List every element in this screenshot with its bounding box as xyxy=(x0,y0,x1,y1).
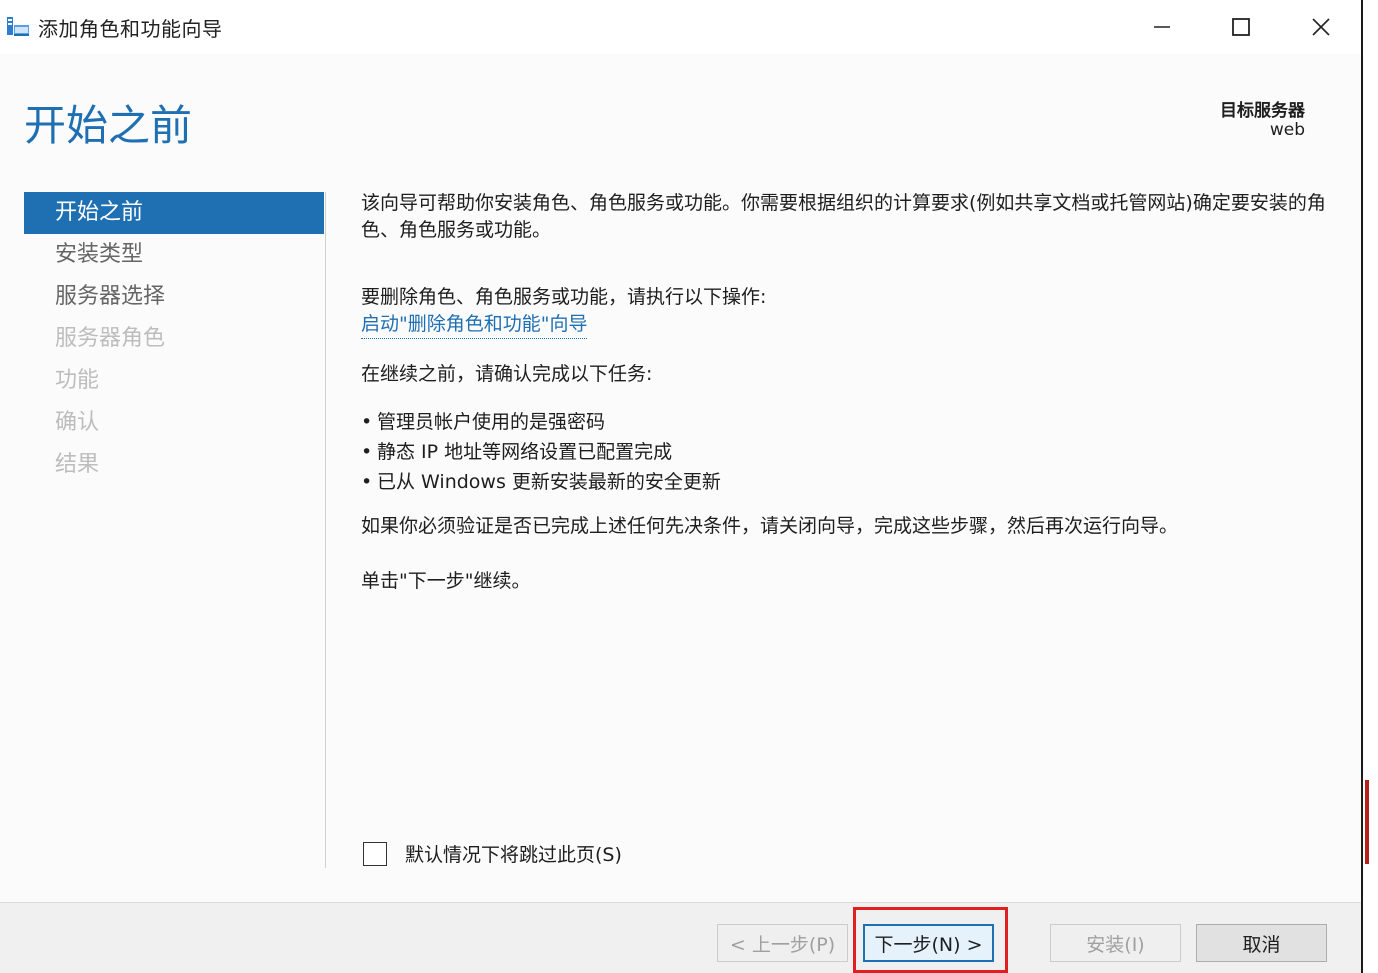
nav-item-confirmation: 确认 xyxy=(55,410,100,435)
previous-button: < 上一步(P) xyxy=(717,924,848,962)
tasks-prompt: 在继续之前，请确认完成以下任务: xyxy=(361,363,653,385)
task-item: 静态 IP 地址等网络设置已配置完成 xyxy=(361,437,1336,467)
skip-page-checkbox[interactable] xyxy=(363,841,387,866)
server-manager-icon xyxy=(7,17,29,36)
verify-note: 如果你必须验证是否已完成上述任何先决条件，请关闭向导，完成这些步骤，然后再次运行… xyxy=(361,515,1179,537)
wizard-window: 添加角色和功能向导 开始之前 目标服务器 web 开始之前 安装类型 服务器选择… xyxy=(0,0,1363,973)
task-item: 管理员帐户使用的是强密码 xyxy=(361,407,1336,437)
background-accent-mark xyxy=(1365,780,1369,864)
wizard-footer: < 上一步(P) 下一步(N) > 安装(I) 取消 xyxy=(0,902,1361,973)
nav-divider xyxy=(325,192,326,868)
page-title: 开始之前 xyxy=(24,101,193,150)
wizard-nav: 开始之前 安装类型 服务器选择 服务器角色 功能 确认 结果 xyxy=(24,192,324,486)
nav-item-server-selection[interactable]: 服务器选择 xyxy=(24,276,324,318)
nav-item-server-roles: 服务器角色 xyxy=(55,326,166,351)
cancel-button[interactable]: 取消 xyxy=(1196,924,1327,962)
main-content: 该向导可帮助你安装角色、角色服务或功能。你需要根据组织的计算要求(例如共享文档或… xyxy=(361,190,1336,595)
skip-page-label[interactable]: 默认情况下将跳过此页(S) xyxy=(405,840,622,867)
maximize-button[interactable] xyxy=(1201,0,1281,54)
window-title: 添加角色和功能向导 xyxy=(38,17,223,41)
nav-item-installation-type[interactable]: 安装类型 xyxy=(24,234,324,276)
close-icon xyxy=(1312,18,1330,36)
install-button: 安装(I) xyxy=(1050,924,1181,962)
skip-page-row[interactable]: 默认情况下将跳过此页(S) xyxy=(363,840,622,867)
nav-item-results: 结果 xyxy=(55,452,100,477)
remove-prompt: 要删除角色、角色服务或功能，请执行以下操作: xyxy=(361,286,767,308)
minimize-icon xyxy=(1154,26,1170,28)
task-list: 管理员帐户使用的是强密码 静态 IP 地址等网络设置已配置完成 已从 Windo… xyxy=(361,407,1336,497)
nav-item-features: 功能 xyxy=(55,368,100,393)
target-server-label: 目标服务器 xyxy=(1220,101,1305,121)
nav-item-before-you-begin[interactable]: 开始之前 xyxy=(24,192,324,234)
intro-text: 该向导可帮助你安装角色、角色服务或功能。你需要根据组织的计算要求(例如共享文档或… xyxy=(361,192,1326,241)
minimize-button[interactable] xyxy=(1122,0,1202,54)
highlight-annotation xyxy=(853,907,1008,973)
background-window-edge xyxy=(1365,0,1378,973)
title-bar[interactable]: 添加角色和功能向导 xyxy=(0,0,1361,54)
close-button[interactable] xyxy=(1281,0,1361,54)
maximize-icon xyxy=(1232,18,1250,36)
task-item: 已从 Windows 更新安装最新的安全更新 xyxy=(361,467,1336,497)
continue-note: 单击"下一步"继续。 xyxy=(361,570,531,592)
target-server-value: web xyxy=(1269,120,1305,140)
remove-roles-link[interactable]: 启动"删除角色和功能"向导 xyxy=(361,311,588,339)
